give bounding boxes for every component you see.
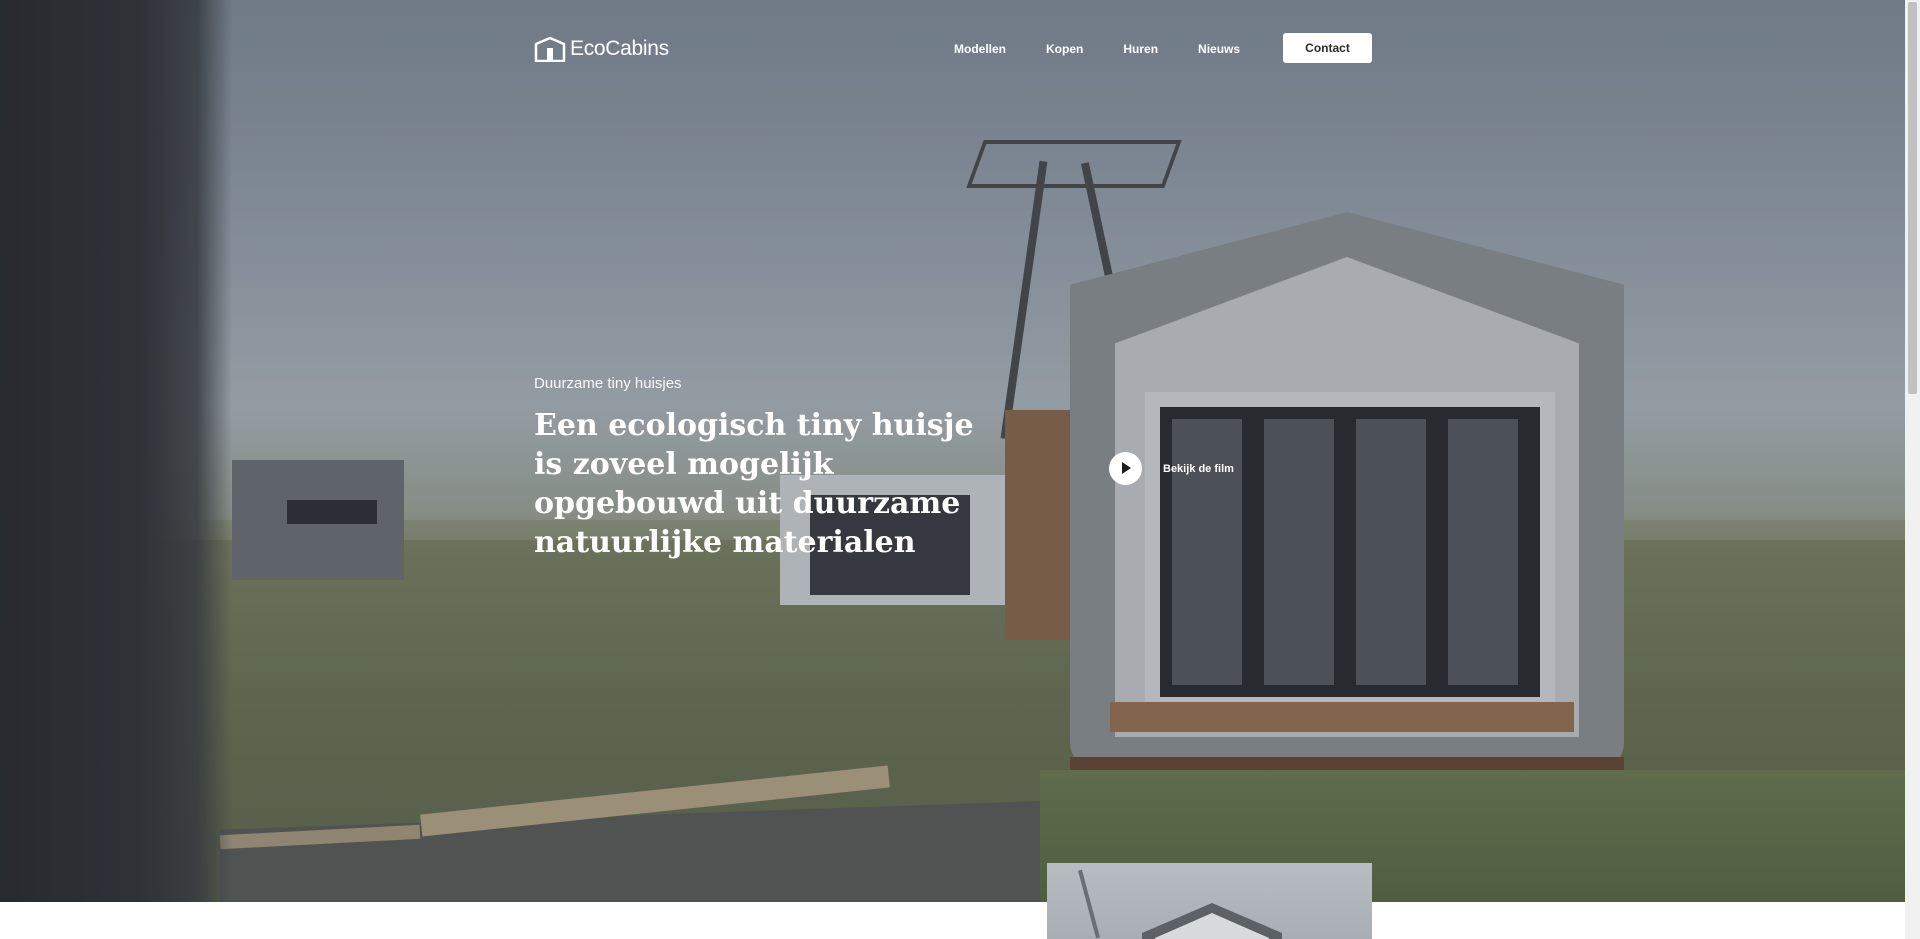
house-logo-icon <box>534 36 566 63</box>
preview-image <box>1047 863 1372 939</box>
hero-headline: Een ecologisch tiny huisje is zoveel mog… <box>534 408 974 560</box>
scrollbar-thumb[interactable] <box>1908 2 1917 394</box>
brand-logo[interactable]: EcoCabins <box>534 34 669 64</box>
page-scrollbar[interactable] <box>1905 0 1920 939</box>
contact-button[interactable]: Contact <box>1283 33 1372 63</box>
nav-item-modellen[interactable]: Modellen <box>954 42 1006 56</box>
nav-item-huren[interactable]: Huren <box>1123 42 1158 56</box>
hero-text: Duurzame tiny huisjes Een ecologisch tin… <box>534 375 1004 562</box>
brand-name: EcoCabins <box>570 37 669 60</box>
watch-film-button[interactable]: Bekijk de film <box>1109 452 1234 485</box>
main-menu: Modellen Kopen Huren Nieuws <box>954 34 1280 64</box>
top-navigation: EcoCabins Modellen Kopen Huren Nieuws Co… <box>534 33 1372 64</box>
nav-item-kopen[interactable]: Kopen <box>1046 42 1083 56</box>
play-icon[interactable] <box>1109 452 1142 485</box>
hero-eyebrow: Duurzame tiny huisjes <box>534 375 682 392</box>
watch-film-label[interactable]: Bekijk de film <box>1163 463 1234 475</box>
nav-item-nieuws[interactable]: Nieuws <box>1198 42 1240 56</box>
